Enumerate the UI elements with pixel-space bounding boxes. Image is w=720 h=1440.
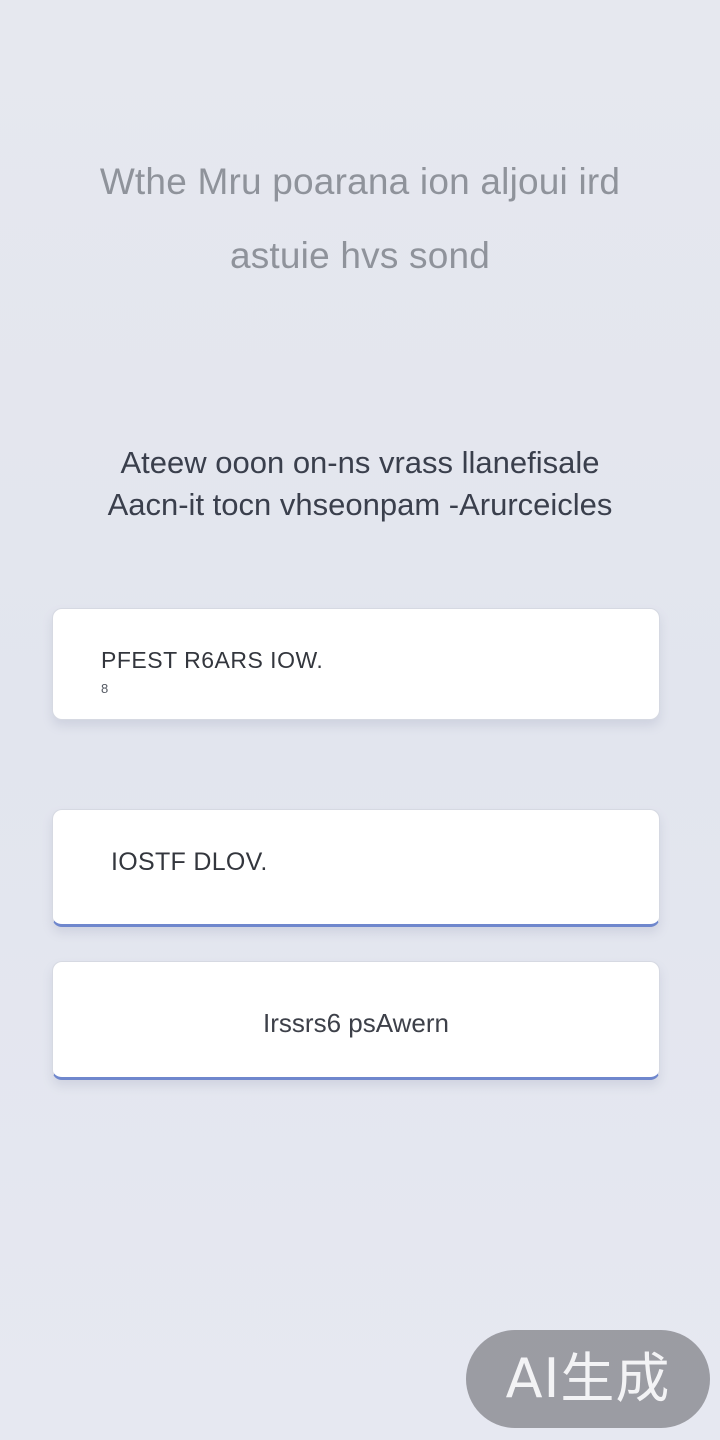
option-card-secondary-label: IOSTF DLOV. [111,848,268,876]
option-card-third[interactable]: Irssrs6 psAwern [52,961,660,1080]
option-card-primary[interactable]: PFEST R6ARS IOW. 8 [52,608,660,720]
option-card-primary-sublabel: 8 [101,681,109,696]
subheading-line-1: Ateew ooon on-ns vrass llanefisale [120,445,600,480]
page-title-line-2: astuie hvs sond [229,235,491,276]
option-card-third-label: Irssrs6 psAwern [263,1008,449,1038]
page-title-line-1: Wthe Mru poarana ion aljoui ird [99,161,621,202]
ai-generated-watermark: AI生成 [466,1330,710,1428]
option-card-secondary[interactable]: IOSTF DLOV. [52,809,660,927]
page-title: Wthe Mru poarana ion aljoui ird astuie h… [0,145,720,293]
option-card-primary-label: PFEST R6ARS IOW. [101,647,324,673]
page-subheading: Ateew ooon on-ns vrass llanefisale Aacn-… [0,442,720,526]
subheading-line-2: Aacn-it tocn vhseonpam -Arurceicles [107,487,613,522]
